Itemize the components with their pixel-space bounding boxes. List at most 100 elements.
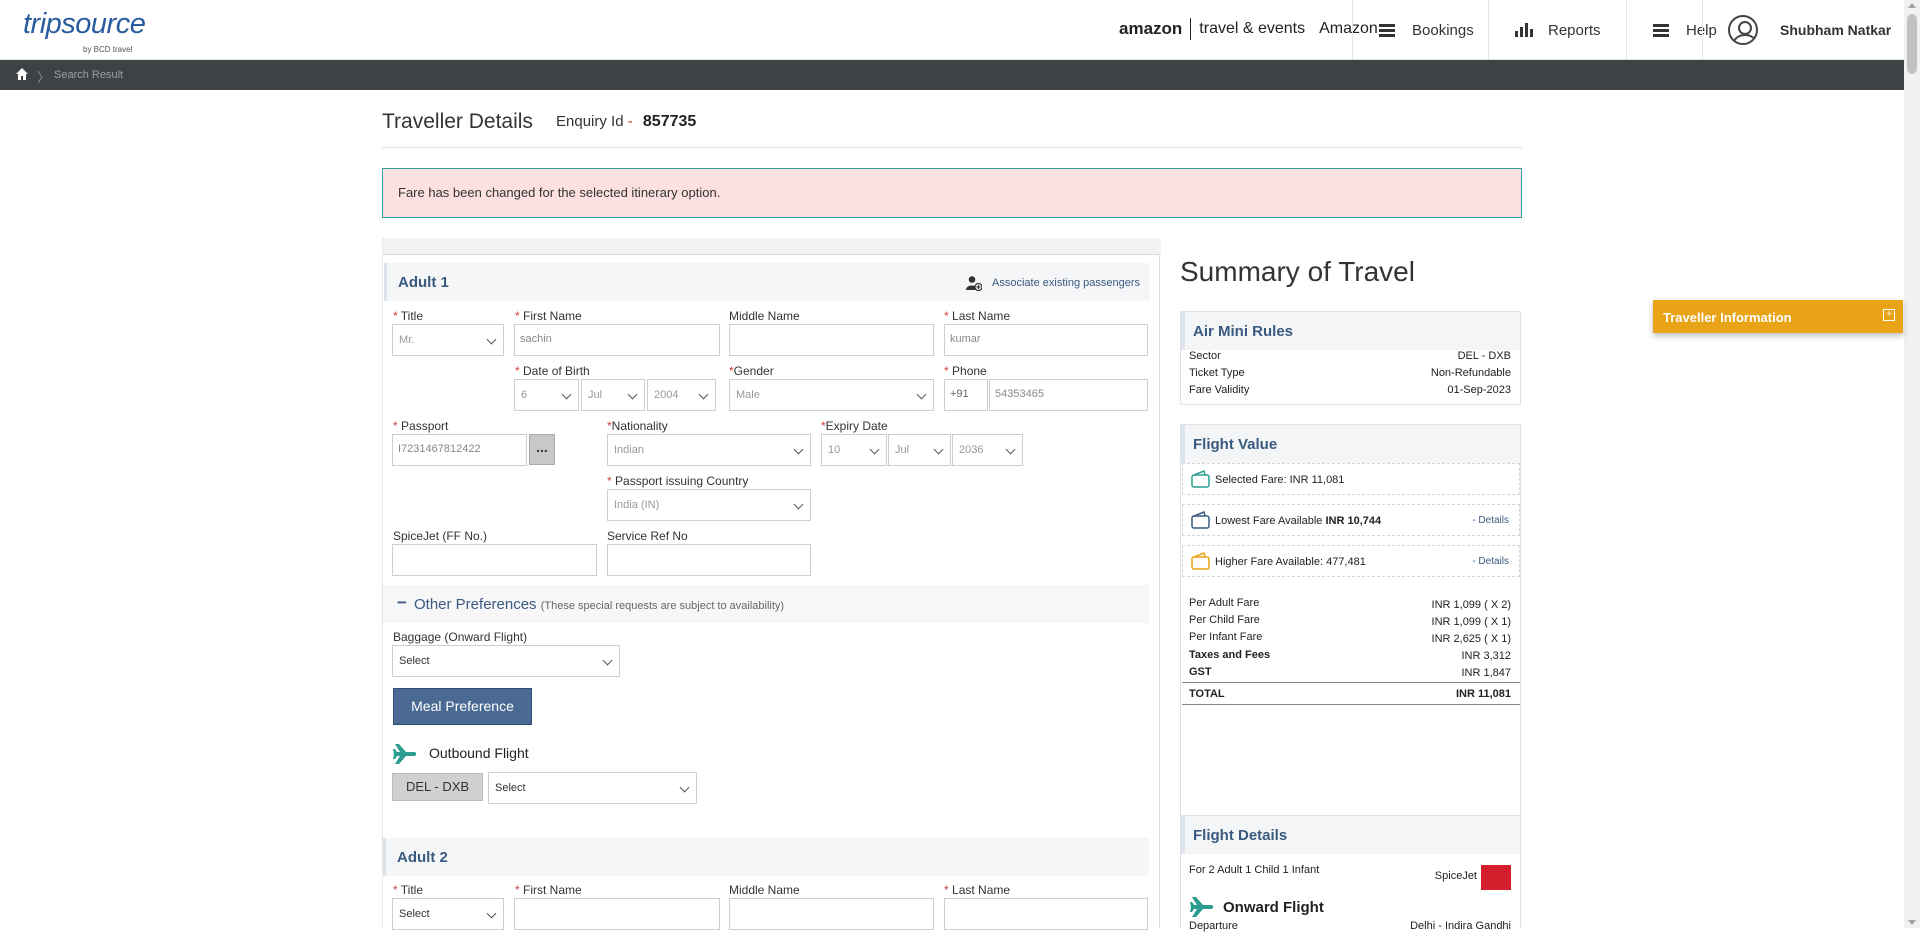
total-divider-top (1182, 682, 1520, 683)
service-ref-input[interactable] (607, 544, 811, 576)
nationality-label: *Nationality (607, 419, 668, 433)
nav-reports[interactable]: Reports (1488, 0, 1626, 60)
fare-breakdown-key: Per Adult Fare (1189, 597, 1260, 609)
adult2-title-select[interactable]: Select (392, 898, 504, 930)
adult2-last-name-input[interactable] (944, 898, 1148, 930)
selected-fare-option[interactable]: Selected Fare: INR 11,081 (1182, 463, 1520, 495)
nav-bookings-label: Bookings (1412, 21, 1474, 39)
gender-select[interactable]: Male (729, 379, 934, 411)
adult2-last-name-label: * Last Name (944, 883, 1011, 897)
nav-bookings[interactable]: Bookings (1352, 0, 1488, 60)
scroll-up-icon[interactable] (1908, 3, 1916, 8)
service-ref-label: Service Ref No (607, 529, 688, 543)
rule-key: Fare Validity (1189, 384, 1250, 396)
client-brand: amazon travel & events Amazon (1119, 18, 1378, 40)
higher-fare-option[interactable]: Higher Fare Available: 477,481 - Details (1182, 545, 1520, 577)
nav-reports-label: Reports (1548, 21, 1601, 39)
page-title: Traveller Details (382, 110, 533, 133)
associate-passengers-link[interactable]: Associate existing passengers (966, 275, 1140, 291)
baggage-label: Baggage (Onward Flight) (393, 630, 528, 644)
adult2-title-label: * Title (393, 883, 424, 897)
rule-value: Non-Refundable (1430, 367, 1511, 379)
lowest-fare-details-link[interactable]: - Details (1472, 515, 1509, 526)
user-menu[interactable]: Shubham Natkar (1702, 0, 1904, 60)
brand-divider (1190, 18, 1192, 40)
wallet-icon (1191, 511, 1210, 529)
first-name-input[interactable]: sachin (514, 324, 720, 356)
first-name-label: * First Name (515, 309, 582, 323)
passport-input[interactable]: I7231467812422 (392, 434, 527, 466)
fare-breakdown-key: Per Infant Fare (1189, 631, 1263, 643)
adult2-first-name-input[interactable] (514, 898, 720, 930)
flight-value-heading: Flight Value (1181, 425, 1520, 463)
phone-label: * Phone (944, 364, 987, 378)
air-mini-rules-heading: Air Mini Rules (1181, 312, 1520, 350)
user-avatar-icon (1728, 15, 1758, 45)
hamburger-icon (1653, 23, 1671, 37)
home-icon[interactable] (15, 67, 29, 81)
lowest-fare-option[interactable]: Lowest Fare Available INR 10,744 - Detai… (1182, 504, 1520, 536)
scroll-down-icon[interactable] (1908, 920, 1916, 925)
plane-icon (393, 744, 417, 764)
rule-value: 01-Sep-2023 (1447, 384, 1511, 396)
rule-key: Sector (1189, 350, 1221, 362)
adult2-middle-name-label: Middle Name (729, 883, 800, 897)
dob-day-select[interactable]: 6 (514, 379, 579, 411)
scroll-thumb[interactable] (1907, 14, 1917, 74)
fare-breakdown-value: INR 1,847 (1461, 667, 1511, 679)
total-label: TOTAL (1189, 688, 1225, 700)
baggage-select[interactable]: Select (392, 645, 620, 677)
adult1-heading: Adult 1 (398, 274, 449, 291)
passport-scan-button[interactable]: ... (529, 434, 555, 465)
gender-label: *Gender (729, 364, 774, 378)
meal-preference-button[interactable]: Meal Preference (393, 688, 532, 725)
tripsource-logo[interactable]: tripsource by BCD travel (23, 8, 146, 54)
adult2-middle-name-input[interactable] (729, 898, 934, 930)
outbound-flight-label: Outbound Flight (429, 745, 529, 761)
expiry-day-select[interactable]: 10 (821, 434, 887, 466)
logo-text: tripsource (23, 8, 146, 40)
passport-label: * Passport (393, 419, 449, 433)
page-scrollbar[interactable] (1904, 0, 1920, 928)
fare-change-alert: Fare has been changed for the selected i… (382, 168, 1522, 218)
expiry-month-select[interactable]: Jul (888, 434, 951, 466)
plane-icon (1190, 897, 1214, 917)
last-name-input[interactable]: kumar (944, 324, 1148, 356)
expiry-year-select[interactable]: 2036 (952, 434, 1023, 466)
rule-key: Ticket Type (1189, 367, 1245, 379)
frequent-flyer-input[interactable] (392, 544, 597, 576)
meal-select[interactable]: Select (488, 772, 697, 804)
middle-name-input[interactable] (729, 324, 934, 356)
fare-breakdown-key: Per Child Fare (1189, 614, 1260, 626)
title-select[interactable]: Mr. (392, 324, 504, 356)
wallet-icon (1191, 470, 1210, 488)
total-divider-bottom (1182, 704, 1520, 705)
frequent-flyer-label: SpiceJet (FF No.) (393, 529, 488, 543)
fare-breakdown-key: GST (1189, 666, 1212, 678)
dob-label: * Date of Birth (515, 364, 590, 378)
dob-year-select[interactable]: 2004 (647, 379, 716, 411)
nationality-select[interactable]: Indian (607, 434, 811, 466)
phone-code-input[interactable]: +91 (944, 379, 988, 411)
onward-flight-label: Onward Flight (1223, 899, 1324, 916)
higher-fare-text: Higher Fare Available: 477,481 (1215, 556, 1366, 568)
collapse-icon[interactable]: − (397, 593, 407, 613)
segment-tag: DEL - DXB (392, 773, 483, 801)
dob-month-select[interactable]: Jul (581, 379, 645, 411)
expand-icon[interactable]: + (1883, 309, 1895, 321)
higher-fare-details-link[interactable]: - Details (1472, 556, 1509, 567)
logo-subtext: by BCD travel (83, 45, 133, 54)
other-preferences-header[interactable]: − Other Preferences (These special reque… (383, 585, 1149, 623)
departure-label: Departure (1189, 920, 1238, 932)
amazon-logo: amazon (1119, 19, 1183, 38)
pax-summary: For 2 Adult 1 Child 1 Infant (1189, 864, 1320, 876)
traveller-information-tab[interactable]: Traveller Information + (1653, 300, 1903, 333)
adult2-header: Adult 2 (383, 838, 1149, 876)
phone-input[interactable]: 54353465 (989, 379, 1148, 411)
brand-events: travel & events (1199, 20, 1306, 37)
add-person-icon (966, 276, 983, 291)
breadcrumb-current[interactable]: Search Result (54, 69, 123, 81)
enquiry-dash: - (627, 113, 633, 130)
enquiry-label: Enquiry Id (556, 113, 624, 130)
issuing-country-select[interactable]: India (IN) (607, 489, 811, 521)
